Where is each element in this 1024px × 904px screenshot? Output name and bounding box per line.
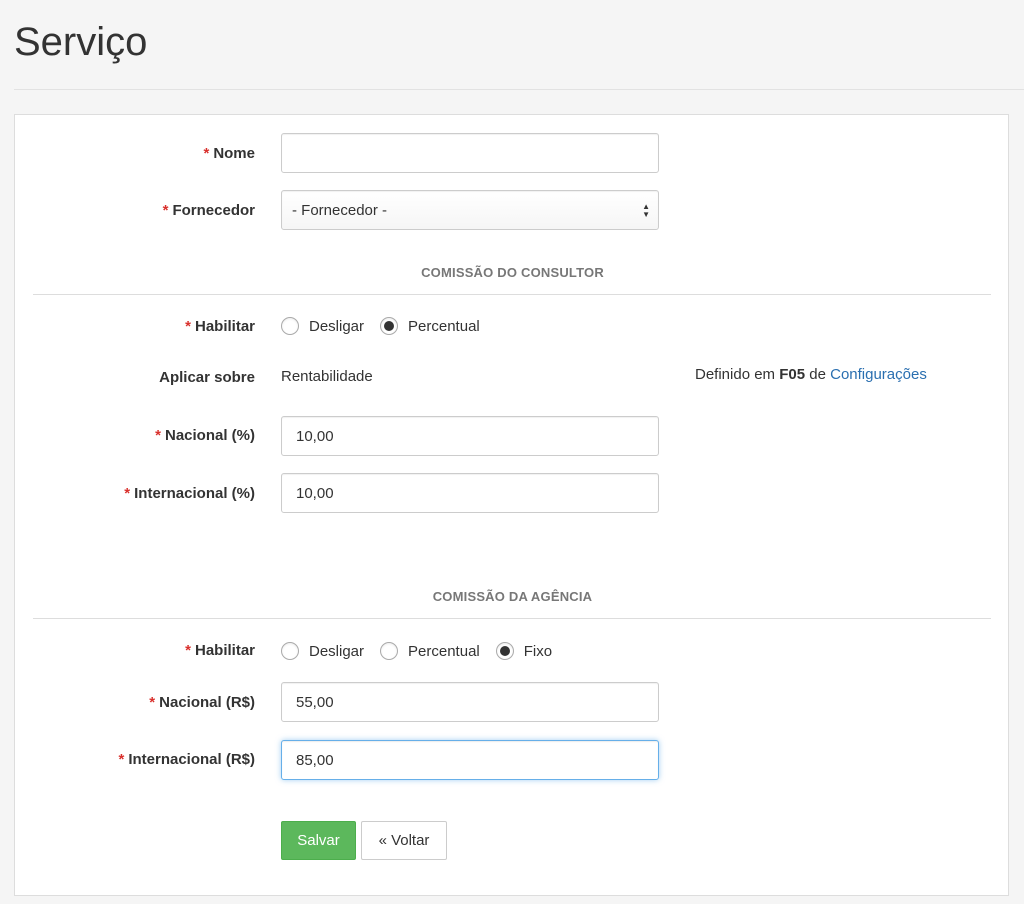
- radio-circle-icon[interactable]: [380, 642, 399, 660]
- save-button[interactable]: Salvar: [281, 821, 356, 860]
- required-mark: *: [185, 642, 191, 659]
- radio-percentual[interactable]: Percentual: [380, 642, 480, 660]
- section-divider: [33, 618, 991, 619]
- required-mark: *: [203, 145, 210, 162]
- fornecedor-select[interactable]: - Fornecedor - ▲ ▼: [281, 190, 659, 230]
- consultor-habilitar-label: * Habilitar: [185, 318, 255, 335]
- radio-checked-icon[interactable]: [495, 642, 514, 660]
- radio-fixo[interactable]: Fixo: [495, 642, 552, 660]
- radio-percentual[interactable]: Percentual: [380, 317, 480, 335]
- page-title: Serviço: [14, 20, 148, 64]
- form-panel: * Nome * Fornecedor - Fornecedor - ▲ ▼ COMI…: [14, 114, 1009, 896]
- required-mark: *: [124, 485, 131, 502]
- aplicar-sobre-value: Rentabilidade: [281, 368, 373, 385]
- radio-circle-icon[interactable]: [281, 317, 299, 335]
- fornecedor-selected-value: - Fornecedor -: [292, 201, 388, 219]
- select-arrows-icon: ▲ ▼: [642, 202, 650, 219]
- radio-checked-icon[interactable]: [380, 317, 399, 335]
- consultor-nacional-label: * Nacional (%): [155, 427, 255, 444]
- aplicar-sobre-label: Aplicar sobre: [159, 369, 255, 386]
- fornecedor-label: * Fornecedor: [162, 202, 255, 219]
- required-mark: *: [162, 202, 169, 219]
- back-button[interactable]: « Voltar: [361, 821, 447, 860]
- consultor-internacional-input[interactable]: [281, 473, 659, 513]
- radio-desligar[interactable]: Desligar: [281, 642, 364, 660]
- agencia-habilitar-group: Desligar Percentual Fixo: [281, 642, 568, 660]
- agencia-nacional-input[interactable]: [281, 682, 659, 722]
- agencia-internacional-input[interactable]: [281, 740, 659, 780]
- required-mark: *: [149, 694, 156, 711]
- radio-desligar[interactable]: Desligar: [281, 317, 364, 335]
- radio-circle-icon[interactable]: [281, 642, 299, 660]
- required-mark: *: [118, 751, 125, 768]
- agencia-habilitar-label: * Habilitar: [185, 642, 255, 659]
- required-mark: *: [155, 427, 161, 444]
- required-mark: *: [185, 318, 191, 335]
- nome-input[interactable]: [281, 133, 659, 173]
- agencia-internacional-label: * Internacional (R$): [118, 751, 255, 768]
- defined-in-note: Definido em F05 de Configurações: [695, 366, 927, 383]
- nome-label: * Nome: [203, 145, 255, 162]
- section-divider: [33, 294, 991, 295]
- config-code: F05: [779, 366, 806, 383]
- consultor-habilitar-group: Desligar Percentual: [281, 317, 496, 335]
- configuracoes-link[interactable]: Configurações: [830, 366, 927, 383]
- consultor-internacional-label: * Internacional (%): [124, 485, 255, 502]
- title-divider: [14, 89, 1024, 90]
- section-title-consultor: COMISSÃO DO CONSULTOR: [421, 265, 604, 280]
- agencia-nacional-label: * Nacional (R$): [149, 694, 255, 711]
- consultor-nacional-input[interactable]: [281, 416, 659, 456]
- section-title-agencia: COMISSÃO DA AGÊNCIA: [432, 589, 593, 604]
